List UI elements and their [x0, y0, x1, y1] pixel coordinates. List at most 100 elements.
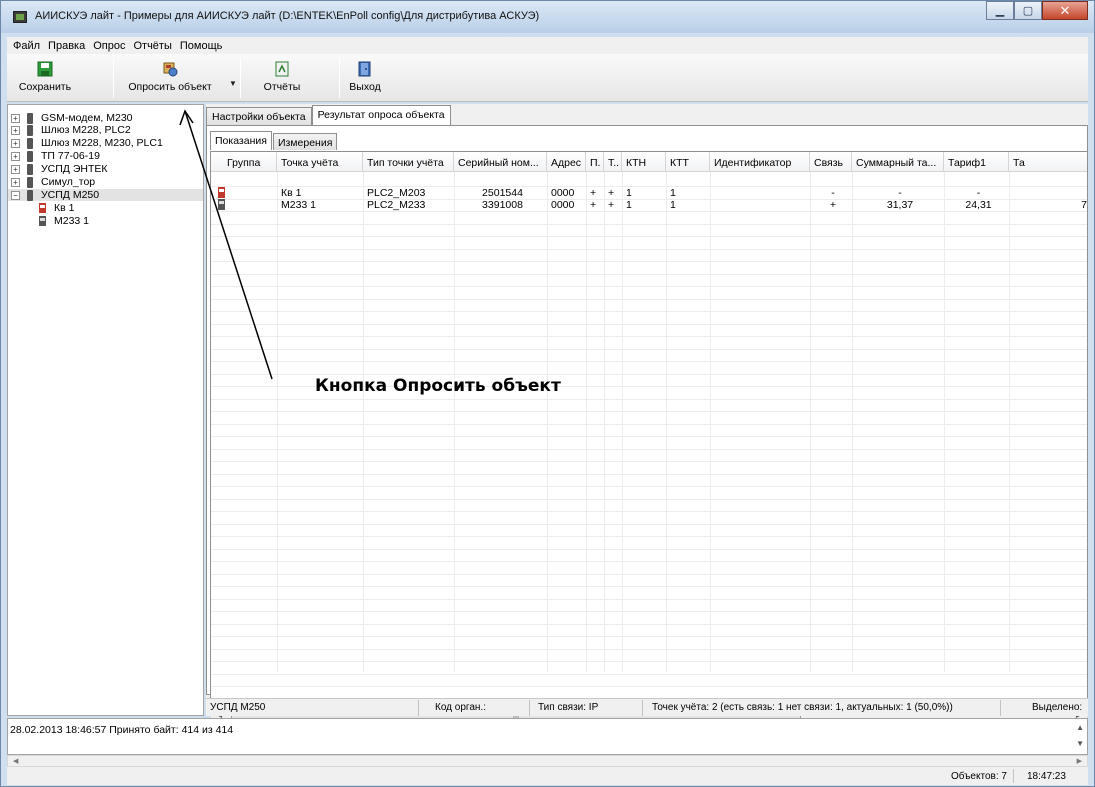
- log-horizontal-scrollbar[interactable]: ◀ ▶: [7, 755, 1088, 767]
- minimize-button[interactable]: ▁: [986, 1, 1014, 20]
- collapse-minus-icon[interactable]: −: [11, 190, 20, 200]
- cell: [710, 199, 810, 211]
- menu-file[interactable]: Файл: [9, 40, 44, 52]
- device-icon: [27, 163, 33, 175]
- tab-poll-result[interactable]: Результат опроса объекта: [311, 105, 451, 125]
- poll-object-icon: [163, 62, 178, 77]
- scroll-right-icon[interactable]: ▶: [1077, 757, 1082, 765]
- status-separator: [1013, 769, 1014, 783]
- tree-item-label: УСПД М250: [41, 189, 100, 201]
- column-header[interactable]: Точка учёта: [277, 152, 363, 172]
- menu-edit[interactable]: Правка: [44, 40, 89, 52]
- table-row[interactable]: М233 1 PLC2_M233 3391008 0000 + + 1 1 + …: [211, 199, 1087, 211]
- tree-item[interactable]: + Шлюз M228, PLC2: [8, 124, 131, 136]
- grid-row-line: [211, 411, 1087, 412]
- window-title: АИИСКУЭ лайт - Примеры для АИИСКУЭ лайт …: [35, 10, 540, 22]
- row-icon-cell: [211, 199, 277, 211]
- tab-object-settings[interactable]: Настройки объекта: [206, 107, 312, 125]
- menu-help[interactable]: Помощь: [176, 40, 227, 52]
- log-scroll-up-icon[interactable]: ▲: [1076, 723, 1084, 732]
- grid-row-line: [211, 611, 1087, 612]
- object-tabs: Настройки объекта Результат опроса объек…: [206, 105, 451, 126]
- tree-child-item[interactable]: Кв 1: [8, 202, 74, 214]
- cell: 24,31: [965, 199, 992, 211]
- grid-row-line: [211, 598, 1087, 600]
- grid-row-line: [211, 523, 1087, 525]
- status-link-type: Тип связи: IP: [538, 702, 599, 713]
- table-row[interactable]: Кв 1 PLC2_M203 2501544 0000 + + 1 1 - - …: [211, 187, 1087, 199]
- column-header[interactable]: Группа: [211, 152, 277, 172]
- tree-item-selected[interactable]: − УСПД М250: [8, 189, 203, 201]
- expand-plus-icon[interactable]: +: [11, 125, 20, 135]
- tree-child-item[interactable]: М233 1: [8, 215, 89, 227]
- log-scroll-down-icon[interactable]: ▼: [1076, 739, 1084, 748]
- column-header[interactable]: Та: [1009, 152, 1087, 172]
- tree-item[interactable]: + УСПД ЭНТЕК: [8, 163, 108, 175]
- tree-item[interactable]: + Шлюз M228, M230, PLC1: [8, 137, 163, 149]
- log-pane: 28.02.2013 18:46:57 Принято байт: 414 из…: [7, 718, 1088, 755]
- menu-poll[interactable]: Опрос: [89, 40, 129, 52]
- grid-row-line: [211, 461, 1087, 462]
- close-button[interactable]: ✕: [1042, 1, 1088, 20]
- tree-item-label: Симул_тор: [41, 176, 96, 188]
- scroll-left-icon[interactable]: ◀: [13, 757, 18, 765]
- tab-readings[interactable]: Показания: [210, 131, 272, 150]
- reports-button[interactable]: Отчёты: [257, 58, 307, 98]
- column-header[interactable]: Идентификатор: [710, 152, 810, 172]
- cell: 1: [670, 199, 676, 211]
- column-header[interactable]: Адрес: [547, 152, 586, 172]
- grid-row-line: [211, 661, 1087, 662]
- column-header[interactable]: КТН: [622, 152, 666, 172]
- device-icon: [27, 137, 33, 149]
- tree-item-label: ТП 77-06-19: [41, 150, 100, 162]
- tree-item-label: Шлюз M228, M230, PLC1: [41, 137, 163, 149]
- grid-row-line: [211, 686, 1087, 687]
- column-header[interactable]: КТТ: [666, 152, 710, 172]
- exit-button[interactable]: Выход: [345, 58, 385, 98]
- status-separator: [529, 700, 530, 716]
- reports-icon: [275, 61, 289, 77]
- cell: +: [590, 199, 597, 211]
- column-header[interactable]: Связь: [810, 152, 852, 172]
- grid-row-line: [211, 511, 1087, 512]
- column-header[interactable]: Суммарный та...: [852, 152, 944, 172]
- grid-row-line: [211, 448, 1087, 450]
- grid-row-line: [211, 298, 1087, 300]
- cell: -: [976, 187, 981, 199]
- tree-item[interactable]: + Симул_тор: [8, 176, 95, 188]
- grid-row-line: [211, 648, 1087, 650]
- grid-row-line: [211, 223, 1087, 225]
- object-tree: + GSM-модем, M230 + Шлюз M228, PLC2 + Шлюз …: [7, 104, 204, 716]
- expand-plus-icon[interactable]: +: [11, 164, 20, 174]
- save-button[interactable]: Сохранить: [15, 58, 75, 98]
- cell: 1: [626, 199, 632, 211]
- row-icon-cell: [211, 187, 277, 199]
- expand-plus-icon[interactable]: +: [11, 177, 20, 187]
- column-header[interactable]: Тип точки учёта: [363, 152, 454, 172]
- column-header[interactable]: П.: [586, 152, 604, 172]
- grid-row-line: [211, 636, 1087, 637]
- save-icon: [37, 61, 53, 77]
- column-header[interactable]: Тариф1: [944, 152, 1009, 172]
- tree-item[interactable]: + ТП 77-06-19: [8, 150, 100, 162]
- cell: -: [831, 187, 835, 199]
- expand-plus-icon[interactable]: +: [11, 151, 20, 161]
- poll-dropdown-arrow-icon[interactable]: ▼: [229, 79, 237, 88]
- column-header[interactable]: Серийный ном...: [454, 152, 547, 172]
- annotation-label: Кнопка Опросить объект: [315, 376, 561, 396]
- grid-row-line: [211, 361, 1087, 362]
- expand-plus-icon[interactable]: +: [11, 138, 20, 148]
- grid-row-line: [211, 236, 1087, 237]
- grid-column-line: [1009, 172, 1010, 672]
- column-header[interactable]: Т..: [604, 152, 622, 172]
- poll-object-button[interactable]: Опросить объект: [119, 58, 221, 98]
- grid-column-line: [277, 172, 278, 672]
- cell: М233 1: [281, 199, 317, 211]
- tab-measurements[interactable]: Измерения: [272, 133, 338, 150]
- expand-plus-icon[interactable]: +: [11, 113, 20, 123]
- tree-item[interactable]: + GSM-модем, M230: [8, 112, 133, 124]
- menu-reports[interactable]: Отчёты: [129, 40, 175, 52]
- meter-point-gray-icon: [218, 199, 225, 210]
- maximize-button[interactable]: ▢: [1014, 1, 1042, 20]
- grid-row-line: [211, 348, 1087, 350]
